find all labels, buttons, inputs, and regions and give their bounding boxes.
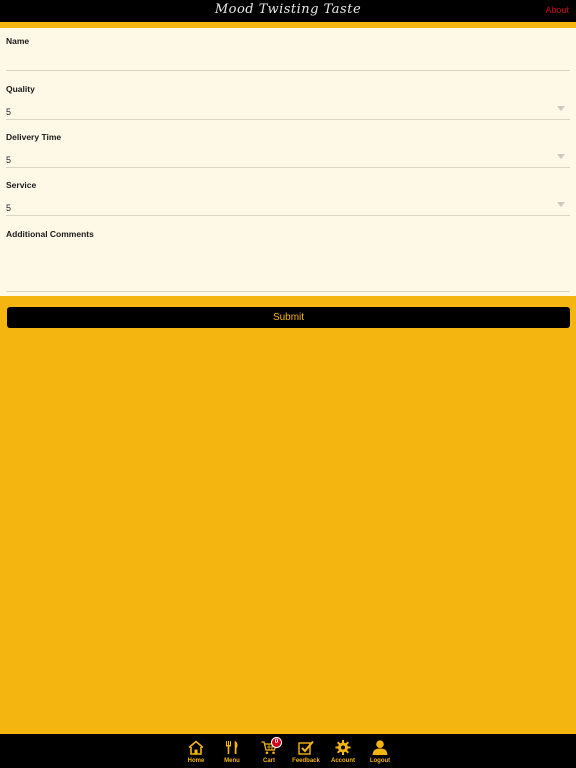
tab-feedback[interactable]: Feedback (288, 734, 324, 768)
user-icon (372, 740, 388, 755)
service-label: Service (6, 180, 37, 190)
about-link[interactable]: About (545, 5, 569, 15)
chevron-down-icon (557, 202, 565, 207)
name-label: Name (6, 36, 30, 46)
service-underline (6, 215, 570, 216)
name-underline (6, 70, 570, 71)
app-title: Mood Twisting Taste (214, 2, 362, 17)
tab-menu-label: Menu (224, 758, 240, 764)
service-value: 5 (6, 203, 12, 213)
top-navigation-bar: Mood Twisting Taste About (0, 0, 576, 22)
cart-count-badge: 0 (271, 737, 282, 748)
home-icon (188, 740, 204, 755)
delivery-time-value: 5 (6, 155, 12, 165)
fork-knife-icon (226, 741, 238, 754)
tab-logout[interactable]: Logout (362, 734, 398, 768)
quality-value: 5 (6, 107, 12, 117)
bottom-tab-bar: Home Menu 0 Cart Feedback Account Logout (0, 734, 576, 768)
delivery-time-label: Delivery Time (6, 132, 62, 142)
tab-home-label: Home (187, 758, 205, 764)
quality-select[interactable]: 5 (0, 100, 576, 120)
chevron-down-icon (557, 154, 565, 159)
feedback-form: Name Quality 5 Delivery Time 5 Service 5… (0, 28, 576, 296)
delivery-time-select[interactable]: 5 (0, 148, 576, 168)
comments-underline (6, 291, 570, 292)
tab-home[interactable]: Home (178, 734, 214, 768)
quality-underline (6, 119, 570, 120)
checklist-icon (298, 740, 314, 755)
tab-cart-label: Cart (262, 758, 275, 764)
name-input[interactable] (6, 50, 570, 68)
submit-button[interactable]: Submit (7, 307, 570, 328)
tab-cart[interactable]: 0 Cart (251, 734, 287, 768)
chevron-down-icon (557, 106, 565, 111)
quality-label: Quality (6, 84, 35, 94)
tab-logout-label: Logout (369, 758, 391, 764)
delivery-time-underline (6, 167, 570, 168)
tab-menu[interactable]: Menu (214, 734, 250, 768)
tab-feedback-label: Feedback (292, 758, 320, 764)
tab-account-label: Account (331, 758, 355, 764)
gear-icon (335, 740, 351, 755)
comments-textarea[interactable] (6, 244, 570, 288)
tab-account[interactable]: Account (325, 734, 361, 768)
service-select[interactable]: 5 (0, 196, 576, 216)
comments-label: Additional Comments (6, 229, 94, 239)
